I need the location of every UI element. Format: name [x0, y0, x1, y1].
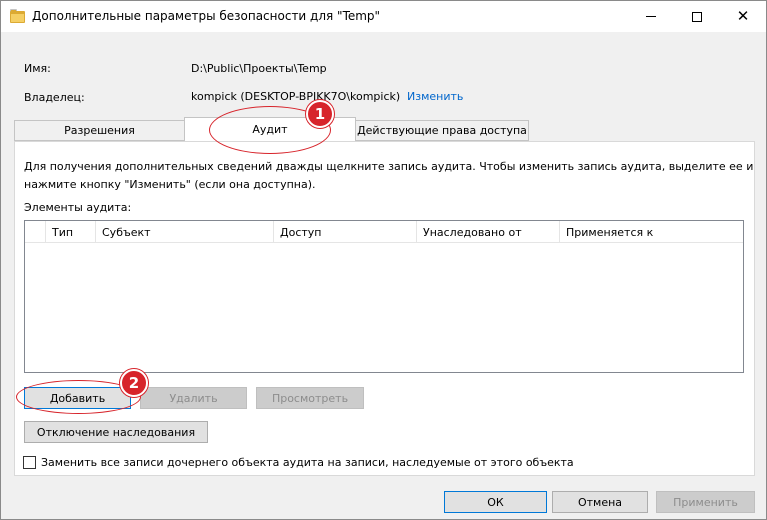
tab-effective-access[interactable]: Действующие права доступа — [355, 120, 529, 141]
ok-button[interactable]: ОК — [444, 491, 547, 513]
audit-entries-label: Элементы аудита: — [24, 201, 132, 214]
maximize-button[interactable] — [674, 1, 720, 32]
audit-entries-list[interactable]: Тип Субъект Доступ Унаследовано от Приме… — [24, 220, 744, 373]
dialog-window: Дополнительные параметры безопасности дл… — [0, 0, 767, 520]
minimize-icon — [646, 16, 656, 17]
column-header-type[interactable]: Тип — [46, 221, 96, 243]
column-header-principal[interactable]: Субъект — [96, 221, 274, 243]
tab-permissions[interactable]: Разрешения — [14, 120, 185, 141]
list-header: Тип Субъект Доступ Унаследовано от Приме… — [25, 221, 743, 243]
minimize-button[interactable] — [628, 1, 674, 32]
change-owner-link[interactable]: Изменить — [407, 90, 463, 103]
apply-button[interactable]: Применить — [656, 491, 755, 513]
window-title: Дополнительные параметры безопасности дл… — [32, 9, 381, 23]
name-value: D:\Public\Проекты\Temp — [191, 62, 327, 75]
audit-description-line1: Для получения дополнительных сведений дв… — [24, 160, 754, 173]
replace-child-entries-label[interactable]: Заменить все записи дочернего объекта ау… — [41, 456, 574, 469]
column-header-applies-to[interactable]: Применяется к — [560, 221, 743, 243]
column-header-inherited-from[interactable]: Унаследовано от — [417, 221, 560, 243]
title-bar[interactable]: Дополнительные параметры безопасности дл… — [1, 1, 766, 32]
folder-icon — [10, 9, 25, 23]
close-icon: ✕ — [736, 7, 750, 25]
owner-label: Владелец: — [24, 91, 85, 104]
column-header-select[interactable] — [25, 221, 46, 243]
owner-value: kompick (DESKTOP-BPIKK7O\kompick) — [191, 90, 401, 103]
column-header-access[interactable]: Доступ — [274, 221, 417, 243]
name-label: Имя: — [24, 62, 51, 75]
cancel-button[interactable]: Отмена — [552, 491, 648, 513]
view-button[interactable]: Просмотреть — [256, 387, 364, 409]
step-1-badge: 1 — [306, 100, 334, 128]
step-2-badge: 2 — [120, 369, 148, 397]
replace-child-entries-checkbox[interactable] — [23, 456, 36, 469]
remove-button[interactable]: Удалить — [140, 387, 247, 409]
audit-description-line2: нажмите кнопку "Изменить" (если она дост… — [24, 178, 316, 191]
close-button[interactable]: ✕ — [720, 1, 766, 32]
disable-inheritance-button[interactable]: Отключение наследования — [24, 421, 208, 443]
maximize-icon — [692, 11, 702, 22]
